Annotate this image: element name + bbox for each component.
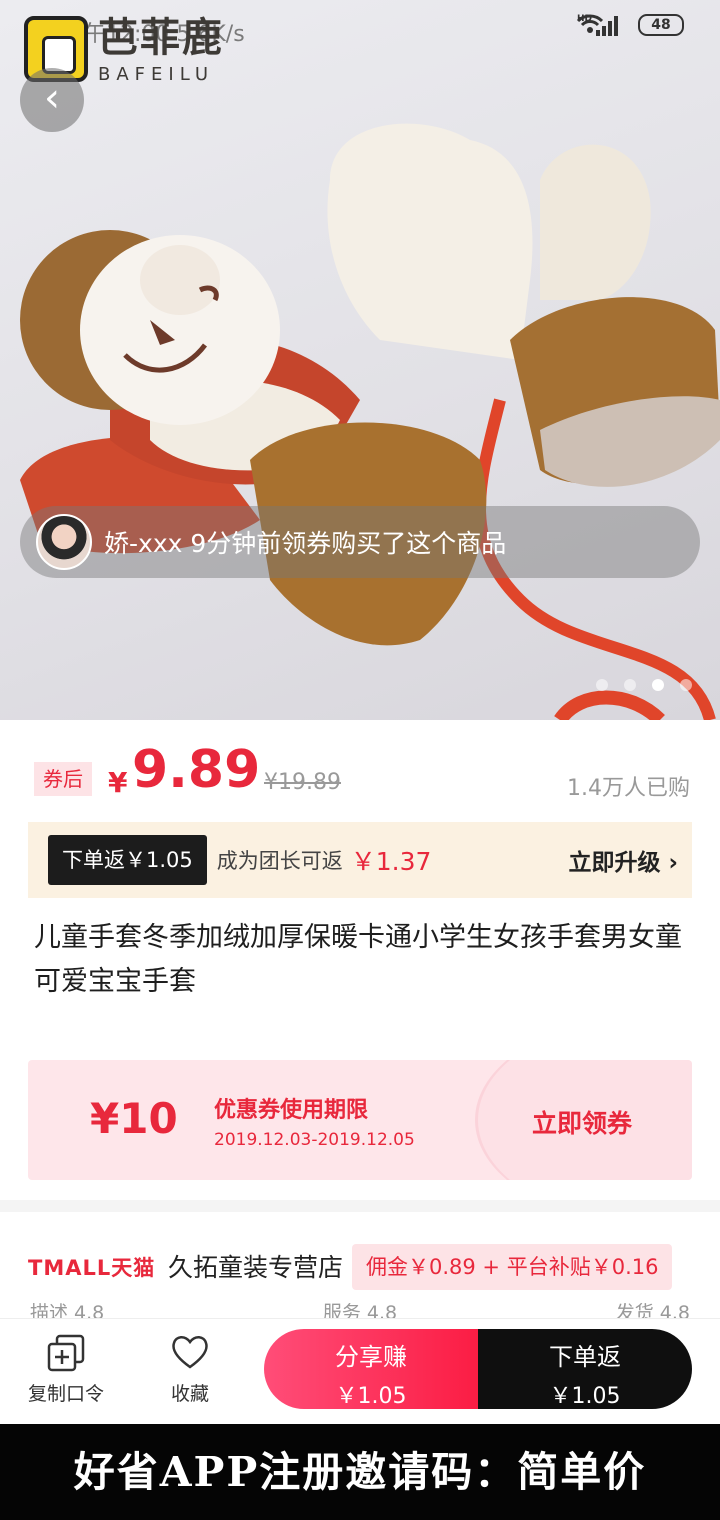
carousel-dot[interactable] xyxy=(680,679,692,691)
sold-count: 1.4万人已购 xyxy=(567,776,690,801)
currency-symbol: ¥ xyxy=(108,766,128,799)
coupon-amount: ¥10 xyxy=(90,1094,178,1143)
original-price: ¥19.89 xyxy=(264,770,341,795)
carousel-dot-active[interactable] xyxy=(652,679,664,691)
copy-code-label: 复制口令 xyxy=(28,1383,105,1405)
order-rebate-button[interactable]: 下单返 ￥1.05 xyxy=(478,1329,692,1409)
copy-icon xyxy=(28,1333,104,1373)
carousel-indicator xyxy=(596,679,692,691)
order-label: 下单返 xyxy=(549,1343,621,1371)
favorite-button[interactable]: 收藏 xyxy=(170,1333,210,1406)
buyer-notice-text: 娇-xxx 9分钟前领券购买了这个商品 xyxy=(104,529,507,558)
leader-rebate-text: 成为团长可返 xyxy=(216,849,343,873)
product-photo xyxy=(20,123,720,720)
share-earn-button[interactable]: 分享赚 ￥1.05 xyxy=(264,1329,478,1409)
battery-icon: 48 xyxy=(638,14,684,36)
tmall-logo: TMALL天猫 xyxy=(28,1256,156,1280)
status-icons: HD 48 xyxy=(576,14,684,36)
product-image-carousel[interactable]: 中午12:00 5.6K/s HD 48 芭菲鹿 BAFEILU ‹ 娇-xxx… xyxy=(0,0,720,720)
carousel-dot[interactable] xyxy=(624,679,636,691)
order-amount: ￥1.05 xyxy=(549,1384,621,1409)
product-info: 券后 ¥ 9.89 ¥19.89 1.4万人已购 下单返￥1.05 成为团长可返… xyxy=(0,720,720,1200)
carousel-dot[interactable] xyxy=(596,679,608,691)
back-button[interactable]: ‹ xyxy=(20,68,84,132)
coupon-price: 9.89 xyxy=(132,740,261,800)
heart-icon xyxy=(170,1333,210,1373)
leader-rebate-amount: ￥1.37 xyxy=(350,847,432,876)
copy-code-button[interactable]: 复制口令 xyxy=(28,1333,104,1406)
coupon-validity-dates: 2019.12.03-2019.12.05 xyxy=(214,1130,415,1150)
product-title: 儿童手套冬季加绒加厚保暖卡通小学生女孩手套男女童可爱宝宝手套 xyxy=(34,922,682,997)
product-detail-page: 中午12:00 5.6K/s HD 48 芭菲鹿 BAFEILU ‹ 娇-xxx… xyxy=(0,0,720,1520)
brand-name: 芭菲鹿 BAFEILU xyxy=(98,15,224,85)
shop-info[interactable]: TMALL天猫 久拓童装专营店 佣金￥0.89 + 平台补贴￥0.16 描述 4… xyxy=(0,1212,720,1324)
share-label: 分享赚 xyxy=(335,1343,407,1371)
chevron-left-icon: ‹ xyxy=(44,75,60,121)
order-rebate-badge: 下单返￥1.05 xyxy=(48,835,207,885)
commission-badge: 佣金￥0.89 + 平台补贴￥0.16 xyxy=(352,1244,673,1290)
shop-name[interactable]: 久拓童装专营店 xyxy=(168,1248,343,1284)
favorite-label: 收藏 xyxy=(170,1383,209,1405)
claim-coupon-button[interactable]: 立即领券 xyxy=(532,1104,632,1140)
after-coupon-tag: 券后 xyxy=(34,762,92,796)
upgrade-button[interactable]: 立即升级 › xyxy=(569,843,679,877)
invite-code-banner: 好省APP注册邀请码：简单价 xyxy=(0,1424,720,1520)
coupon-card[interactable]: ¥10 优惠券使用期限 2019.12.03-2019.12.05 立即领券 xyxy=(28,1060,692,1180)
share-amount: ￥1.05 xyxy=(335,1384,407,1409)
coupon-validity-label: 优惠券使用期限 xyxy=(214,1098,369,1123)
buyer-avatar xyxy=(36,514,92,570)
upgrade-label: 立即升级 xyxy=(568,850,661,876)
chevron-right-icon: › xyxy=(668,850,678,876)
rebate-bar[interactable]: 下单返￥1.05 成为团长可返 ￥1.37 立即升级 › xyxy=(28,822,692,898)
recent-buyer-notice: 娇-xxx 9分钟前领券购买了这个商品 xyxy=(20,506,700,578)
bottom-action-bar: 复制口令 收藏 分享赚 ￥1.05 下单返 ￥1.05 xyxy=(0,1318,720,1424)
